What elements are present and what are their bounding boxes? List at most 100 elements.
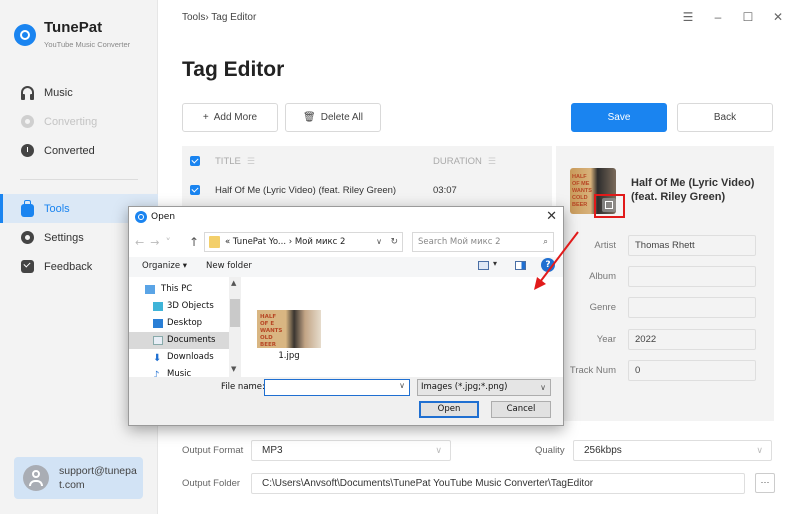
chevron-down-icon[interactable]: ▾ [493, 259, 497, 268]
close-icon[interactable]: ✕ [770, 10, 786, 24]
tree-item-label: Music [167, 369, 192, 377]
support-email: support@tunepat.com [59, 465, 137, 491]
address-bar[interactable]: « TunePat Yo... › Мой микс 2 ∨ ↻ [204, 232, 403, 252]
sort-icon[interactable]: ☰ [247, 156, 255, 167]
tree-item-documents[interactable]: Documents [129, 332, 229, 349]
output-folder-input[interactable]: C:\Users\Anvsoft\Documents\TunePat YouTu… [251, 473, 745, 494]
dialog-title: Open [151, 212, 176, 222]
tree-item-label: 3D Objects [167, 301, 214, 311]
output-format-label: Output Format [182, 445, 244, 456]
album-field: Album [556, 266, 774, 288]
sidebar-item-music[interactable]: Music [0, 78, 158, 107]
row-checkbox[interactable] [190, 185, 200, 195]
brand: TunePat YouTube Music Converter [14, 20, 130, 49]
gear-icon [21, 231, 34, 244]
new-folder-button[interactable]: New folder [206, 261, 252, 271]
tree-scrollbar[interactable]: ▲ ▼ [229, 277, 241, 377]
tree-item-music[interactable]: ♪ Music [129, 366, 229, 377]
headphones-icon [21, 86, 34, 100]
dialog-search-input[interactable]: Search Мой микс 2 ⌕ [412, 232, 554, 252]
view-options-icon[interactable] [478, 261, 489, 270]
dialog-titlebar: Open ✕ [129, 207, 563, 229]
file-name-input[interactable]: ∨ [264, 379, 410, 396]
track-num-label: Track Num [569, 365, 616, 376]
sidebar-item-converted[interactable]: Converted [0, 136, 158, 165]
quality-label: Quality [535, 445, 565, 456]
app-name: TunePat [44, 19, 103, 36]
file-name-label: File name: [221, 382, 265, 392]
search-placeholder: Search Мой микс 2 [418, 237, 501, 247]
file-type-value: Images (*.jpg;*.png) [421, 382, 508, 392]
sidebar-item-label: Feedback [44, 260, 93, 273]
genre-input[interactable] [628, 297, 756, 318]
support-account-button[interactable]: support@tunepat.com [14, 457, 143, 499]
tree-item-label: Documents [167, 335, 216, 345]
back-forward-icons[interactable]: ←→˅ [135, 236, 177, 249]
sidebar-item-label: Converting [44, 115, 98, 128]
address-path: « TunePat Yo... › Мой микс 2 [225, 237, 346, 247]
tree-item-desktop[interactable]: Desktop [129, 315, 229, 332]
delete-all-label: Delete All [320, 112, 363, 123]
image-thumbnail: HALF OF E WANTS OLD BEER [257, 310, 321, 348]
artist-field: Artist Thomas Rhett [556, 235, 774, 257]
album-input[interactable] [628, 266, 756, 287]
search-icon: ⌕ [543, 237, 548, 247]
trash-icon: 🗑 [303, 112, 316, 123]
chevron-down-icon[interactable]: ∨ [376, 233, 382, 251]
output-format-value: MP3 [262, 445, 283, 456]
track-detail-title: Half Of Me (Lyric Video) (feat. Riley Gr… [631, 177, 755, 203]
file-type-select[interactable]: Images (*.jpg;*.png) ∨ [417, 379, 551, 396]
menu-icon[interactable]: ☰ [680, 10, 696, 24]
select-all-checkbox[interactable] [190, 156, 200, 166]
table-row[interactable]: Half Of Me (Lyric Video) (feat. Riley Gr… [182, 175, 552, 205]
track-list-header: TITLE ☰ DURATION ☰ [182, 146, 552, 176]
app-subtitle: YouTube Music Converter [44, 40, 131, 49]
chevron-down-icon: ∨ [756, 445, 763, 455]
column-title[interactable]: TITLE ☰ [215, 156, 255, 167]
clock-icon [21, 144, 34, 157]
chevron-down-icon[interactable]: ∨ [399, 381, 405, 390]
delete-all-button[interactable]: 🗑 Delete All [285, 103, 381, 132]
track-num-field: Track Num 0 [556, 360, 774, 382]
tree-item-label: Desktop [167, 318, 203, 328]
mail-icon [21, 260, 34, 273]
column-duration[interactable]: DURATION ☰ [433, 156, 496, 167]
cancel-button[interactable]: Cancel [491, 401, 551, 418]
artist-input[interactable]: Thomas Rhett [628, 235, 756, 256]
scroll-down-icon[interactable]: ▼ [231, 365, 236, 373]
minimize-icon[interactable]: – [710, 10, 726, 24]
browse-folder-button[interactable]: ··· [755, 473, 775, 493]
refresh-icon[interactable]: ↻ [390, 233, 398, 251]
scroll-up-icon[interactable]: ▲ [231, 279, 236, 287]
tag-details-panel: HALF OF ME WANTS COLD BEER Half Of Me (L… [556, 146, 774, 421]
up-arrow-icon[interactable]: ↑ [189, 235, 199, 249]
tree-item-3d-objects[interactable]: 3D Objects [129, 298, 229, 315]
folder-icon [209, 236, 220, 248]
year-input[interactable]: 2022 [628, 329, 756, 350]
output-format-select[interactable]: MP3 ∨ [251, 440, 451, 461]
maximize-icon[interactable]: ☐ [740, 10, 756, 24]
dialog-close-icon[interactable]: ✕ [546, 209, 557, 224]
quality-value: 256kbps [584, 445, 622, 456]
preview-pane-icon[interactable] [515, 261, 526, 270]
album-label: Album [589, 271, 616, 282]
help-icon[interactable]: ? [541, 258, 555, 272]
tree-item-label: This PC [161, 284, 193, 294]
quality-select[interactable]: 256kbps ∨ [573, 440, 772, 461]
track-num-input[interactable]: 0 [628, 360, 756, 381]
open-button[interactable]: Open [419, 401, 479, 418]
sidebar-item-label: Music [44, 86, 73, 99]
add-more-button[interactable]: + Add More [182, 103, 278, 132]
tree-item-downloads[interactable]: ⬇ Downloads [129, 349, 229, 366]
sort-icon[interactable]: ☰ [488, 156, 496, 167]
save-button[interactable]: Save [571, 103, 667, 132]
page-title: Tag Editor [182, 58, 285, 81]
file-list: HALF OF E WANTS OLD BEER 1.jpg [241, 277, 563, 377]
sidebar-item-converting[interactable]: Converting [0, 107, 158, 136]
organize-menu[interactable]: Organize ▾ [142, 261, 187, 271]
tree-item-this-pc[interactable]: This PC [129, 281, 229, 298]
back-button[interactable]: Back [677, 103, 773, 132]
scrollbar-thumb[interactable] [230, 299, 240, 327]
file-item[interactable]: HALF OF E WANTS OLD BEER 1.jpg [257, 310, 321, 361]
desktop-icon [153, 319, 163, 328]
